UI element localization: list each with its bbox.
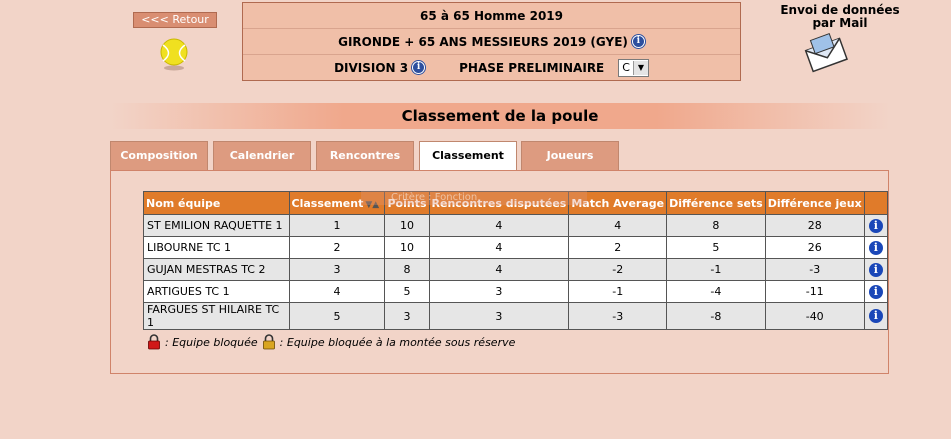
lock-yellow-icon [262,334,275,350]
team-name: FARGUES ST HILAIRE TC 1 [143,302,290,330]
team-name: ST EMILION RAQUETTE 1 [143,214,290,237]
info-icon[interactable]: i [868,240,883,255]
points-cell: 10 [384,236,430,259]
info-cell: i [863,236,889,259]
competition-title-row: GIRONDE + 65 ANS MESSIEURS 2019 (GYE) i [243,29,740,55]
played-cell: 3 [428,302,570,330]
rank-cell: 5 [288,302,386,330]
back-button[interactable]: <<< Retour [133,12,217,28]
info-icon[interactable]: i [868,262,883,277]
table-row: ARTIGUES TC 1 4 5 3 -1 -4 -11 i [143,280,889,303]
diff-games-cell: -11 [764,280,865,303]
points-cell: 3 [384,302,430,330]
lock-red-icon [148,334,160,350]
diff-sets-cell: -4 [666,280,766,303]
info-icon[interactable]: i [868,218,883,233]
played-cell: 4 [428,214,570,237]
rank-cell: 2 [288,236,386,259]
sort-tooltip: Critère : Fonction [361,191,587,205]
diff-sets-cell: -1 [666,258,766,281]
team-name: ARTIGUES TC 1 [143,280,290,303]
points-cell: 5 [384,280,430,303]
competition-category: 65 à 65 Homme 2019 [243,3,740,29]
legend-locked-reserve: : Equipe bloquée à la montée sous réserv… [279,335,516,349]
diff-games-cell: 26 [764,236,865,259]
mail-export-title: Envoi de données par Mail [760,4,920,30]
poule-select-value: C [622,61,630,74]
info-icon[interactable]: i [631,35,645,48]
diff-games-cell: -3 [764,258,865,281]
rank-cell: 3 [288,258,386,281]
table-row: GUJAN MESTRAS TC 2 3 8 4 -2 -1 -3 i [143,258,889,281]
ranking-table: Nom équipe Classement ▼▲ Points Rencontre… [143,191,889,330]
match-average-cell: -2 [568,258,668,281]
rank-cell: 4 [288,280,386,303]
mail-envelope-icon[interactable] [804,32,848,76]
col-info [863,191,889,215]
division-label: DIVISION 3 [334,60,409,75]
col-diff-sets[interactable]: Différence sets [666,191,766,215]
match-average-cell: 4 [568,214,668,237]
diff-games-cell: -40 [764,302,865,330]
tab-calendrier[interactable]: Calendrier [213,141,311,170]
tab-joueurs[interactable]: Joueurs [521,141,619,170]
poule-select[interactable]: C ▼ [618,58,649,77]
team-name: GUJAN MESTRAS TC 2 [143,258,290,281]
tab-classement[interactable]: Classement [419,141,517,171]
legend-locked: : Equipe bloquée [165,335,258,349]
info-icon[interactable]: i [868,309,883,323]
played-cell: 3 [428,280,570,303]
phase-label: PHASE PRELIMINAIRE [459,60,605,75]
team-name: LIBOURNE TC 1 [143,236,290,259]
page-title: Classement de la poule [110,103,890,129]
tab-composition[interactable]: Composition [110,141,208,170]
match-average-cell: -1 [568,280,668,303]
rank-cell: 1 [288,214,386,237]
match-average-cell: 2 [568,236,668,259]
info-cell: i [863,280,889,303]
legend: : Equipe bloquée : Equipe bloquée à la m… [147,334,515,350]
diff-games-cell: 28 [764,214,865,237]
match-average-cell: -3 [568,302,668,330]
info-cell: i [863,302,889,330]
played-cell: 4 [428,258,570,281]
mail-title-line2: par Mail [812,16,868,30]
diff-sets-cell: 5 [666,236,766,259]
info-cell: i [863,214,889,237]
info-icon[interactable]: i [868,284,883,299]
diff-sets-cell: 8 [666,214,766,237]
tab-rencontres[interactable]: Rencontres [316,141,414,170]
col-rank-label: Classement [291,196,364,210]
points-cell: 10 [384,214,430,237]
competition-title: GIRONDE + 65 ANS MESSIEURS 2019 (GYE) [338,34,628,49]
table-row: LIBOURNE TC 1 2 10 4 2 5 26 i [143,236,889,259]
table-row: FARGUES ST HILAIRE TC 1 5 3 3 -3 -8 -40 … [143,302,889,330]
table-row: ST EMILION RAQUETTE 1 1 10 4 4 8 28 i [143,214,889,237]
col-diff-games[interactable]: Différence jeux [764,191,865,215]
info-cell: i [863,258,889,281]
points-cell: 8 [384,258,430,281]
ranking-panel: Nom équipe Classement ▼▲ Points Rencontre… [110,170,889,374]
col-team[interactable]: Nom équipe [143,191,290,215]
info-icon[interactable]: i [412,61,426,74]
played-cell: 4 [428,236,570,259]
division-phase-row: DIVISION 3 i PHASE PRELIMINAIRE C ▼ [243,55,740,80]
tennis-ball-icon [160,38,188,71]
competition-header: 65 à 65 Homme 2019 GIRONDE + 65 ANS MESS… [242,2,741,81]
chevron-down-icon[interactable]: ▼ [632,60,648,75]
diff-sets-cell: -8 [666,302,766,330]
